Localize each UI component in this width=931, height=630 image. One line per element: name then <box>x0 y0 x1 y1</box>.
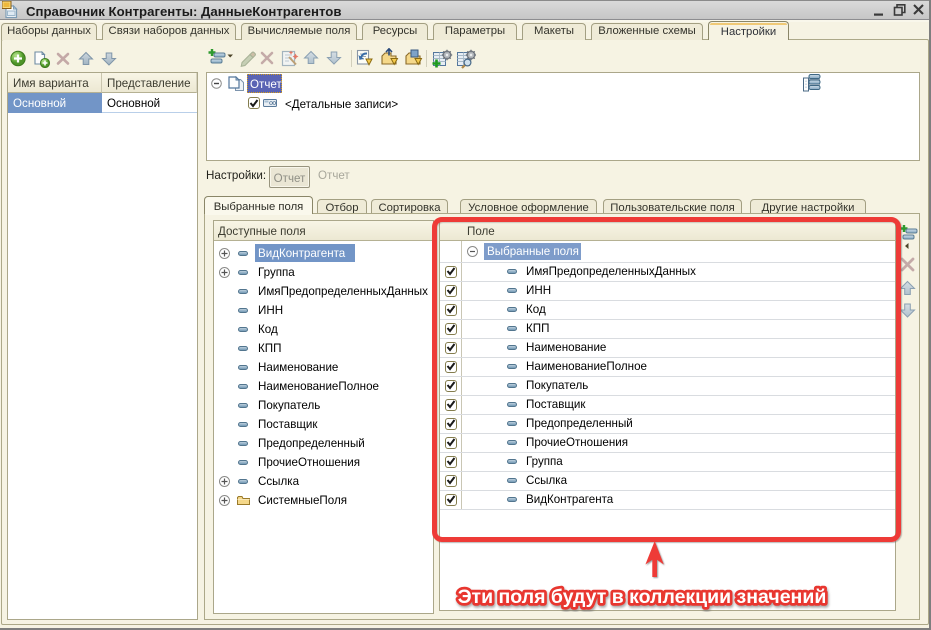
svg-text:Эти поля будут в коллекции зна: Эти поля будут в коллекции значений <box>458 586 827 608</box>
